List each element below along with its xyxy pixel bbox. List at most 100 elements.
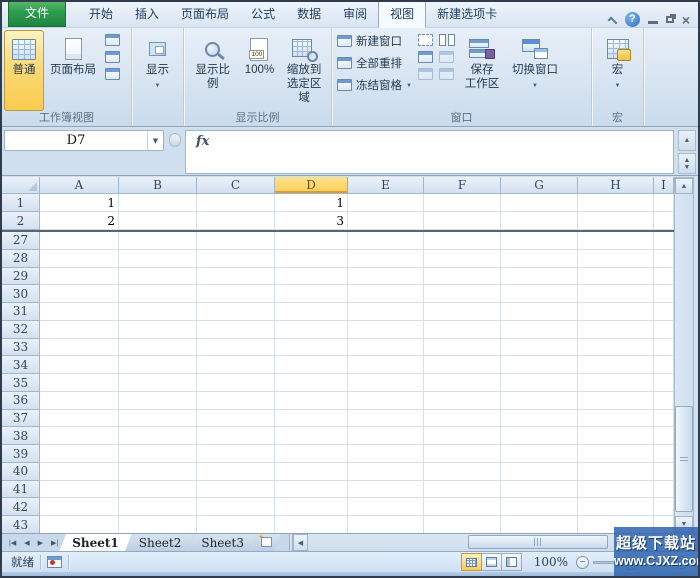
cell-I28[interactable]: [654, 249, 674, 268]
cell-H30[interactable]: [578, 285, 654, 304]
cell-A39[interactable]: [40, 445, 119, 463]
close-icon[interactable]: ×: [682, 13, 690, 27]
tab-公式[interactable]: 公式: [240, 2, 286, 27]
status-page-layout-button[interactable]: [480, 553, 502, 571]
cell-I33[interactable]: [654, 338, 674, 357]
cell-D29[interactable]: [275, 267, 348, 286]
sheet-tab-sheet2[interactable]: Sheet2: [126, 534, 195, 551]
cell-B1[interactable]: [119, 194, 197, 212]
cell-H31[interactable]: [578, 303, 654, 321]
formula-input[interactable]: fx: [185, 130, 674, 174]
cell-H34[interactable]: [578, 356, 654, 375]
cell-B30[interactable]: [119, 285, 197, 304]
cell-B37[interactable]: [119, 409, 197, 428]
cell-B28[interactable]: [119, 249, 197, 268]
cell-H40[interactable]: [578, 462, 654, 481]
cell-H39[interactable]: [578, 445, 654, 463]
cell-B38[interactable]: [119, 427, 197, 446]
row-header-39[interactable]: 39: [2, 445, 40, 463]
cell-D2[interactable]: 3: [275, 212, 348, 230]
cell-I27[interactable]: [654, 232, 674, 250]
cell-E2[interactable]: [348, 212, 424, 230]
cell-D35[interactable]: [275, 374, 348, 392]
cell-C35[interactable]: [197, 374, 275, 392]
cell-C29[interactable]: [197, 267, 275, 286]
cell-D28[interactable]: [275, 249, 348, 268]
hide-window-icon[interactable]: [417, 51, 433, 63]
cell-F2[interactable]: [424, 212, 501, 230]
cell-H2[interactable]: [578, 212, 654, 230]
cell-D30[interactable]: [275, 285, 348, 304]
switch-windows-button[interactable]: 切换窗口 ▼: [506, 30, 564, 111]
cell-G2[interactable]: [501, 212, 578, 230]
cell-I29[interactable]: [654, 267, 674, 286]
cell-B42[interactable]: [119, 498, 197, 517]
status-page-break-button[interactable]: [500, 553, 522, 571]
cell-B34[interactable]: [119, 356, 197, 375]
cell-A27[interactable]: [40, 232, 119, 250]
cell-E38[interactable]: [348, 427, 424, 446]
cell-A37[interactable]: [40, 409, 119, 428]
cell-D39[interactable]: [275, 445, 348, 463]
column-header-E[interactable]: E: [348, 177, 424, 194]
normal-view-button[interactable]: 普通: [4, 30, 44, 111]
cell-E30[interactable]: [348, 285, 424, 304]
cell-A2[interactable]: 2: [40, 212, 119, 230]
cell-F43[interactable]: [424, 516, 501, 533]
record-macro-icon[interactable]: [47, 556, 62, 568]
zoom-to-selection-button[interactable]: 缩放到 选定区域: [279, 30, 329, 111]
row-header-33[interactable]: 33: [2, 338, 40, 357]
cell-G29[interactable]: [501, 267, 578, 286]
cell-D33[interactable]: [275, 338, 348, 357]
row-header-27[interactable]: 27: [2, 232, 40, 250]
sheet-tab-sheet3[interactable]: Sheet3: [188, 534, 257, 551]
cell-H42[interactable]: [578, 498, 654, 517]
cell-A42[interactable]: [40, 498, 119, 517]
cell-A28[interactable]: [40, 249, 119, 268]
cell-F29[interactable]: [424, 267, 501, 286]
cell-E36[interactable]: [348, 391, 424, 410]
tab-开始[interactable]: 开始: [78, 2, 124, 27]
cell-H28[interactable]: [578, 249, 654, 268]
cell-A31[interactable]: [40, 303, 119, 321]
cell-I2[interactable]: [654, 212, 674, 230]
column-header-B[interactable]: B: [119, 177, 197, 194]
row-header-38[interactable]: 38: [2, 427, 40, 446]
cell-D41[interactable]: [275, 480, 348, 499]
tab-file[interactable]: 文件: [8, 2, 67, 27]
cell-D42[interactable]: [275, 498, 348, 517]
split-icon[interactable]: [417, 34, 433, 46]
cell-F36[interactable]: [424, 391, 501, 410]
vertical-scrollbar[interactable]: ▲ ▼: [674, 177, 694, 533]
cell-E27[interactable]: [348, 232, 424, 250]
row-header-34[interactable]: 34: [2, 356, 40, 375]
cell-B40[interactable]: [119, 462, 197, 481]
cell-F32[interactable]: [424, 320, 501, 339]
cell-C2[interactable]: [197, 212, 275, 230]
cell-C38[interactable]: [197, 427, 275, 446]
cell-C36[interactable]: [197, 391, 275, 410]
cell-F27[interactable]: [424, 232, 501, 250]
cell-I32[interactable]: [654, 320, 674, 339]
tab-数据[interactable]: 数据: [286, 2, 332, 27]
row-header-41[interactable]: 41: [2, 480, 40, 499]
row-header-31[interactable]: 31: [2, 303, 40, 321]
cell-F37[interactable]: [424, 409, 501, 428]
cell-H33[interactable]: [578, 338, 654, 357]
full-screen-icon[interactable]: [105, 68, 120, 80]
tab-视图[interactable]: 视图: [378, 2, 427, 28]
column-header-I[interactable]: I: [654, 177, 674, 194]
formula-bar-divider-handle[interactable]: [169, 133, 181, 147]
macros-button[interactable]: 宏 ▼: [603, 30, 633, 111]
cell-H1[interactable]: [578, 194, 654, 212]
prev-sheet-icon[interactable]: ◀: [21, 537, 32, 549]
cell-E39[interactable]: [348, 445, 424, 463]
cell-I37[interactable]: [654, 409, 674, 428]
cell-H32[interactable]: [578, 320, 654, 339]
cell-C27[interactable]: [197, 232, 275, 250]
cell-I40[interactable]: [654, 462, 674, 481]
custom-views-icon[interactable]: [105, 51, 120, 63]
page-break-preview-icon[interactable]: [105, 34, 120, 46]
help-icon[interactable]: ?: [624, 12, 640, 27]
status-normal-view-button[interactable]: [460, 553, 482, 571]
